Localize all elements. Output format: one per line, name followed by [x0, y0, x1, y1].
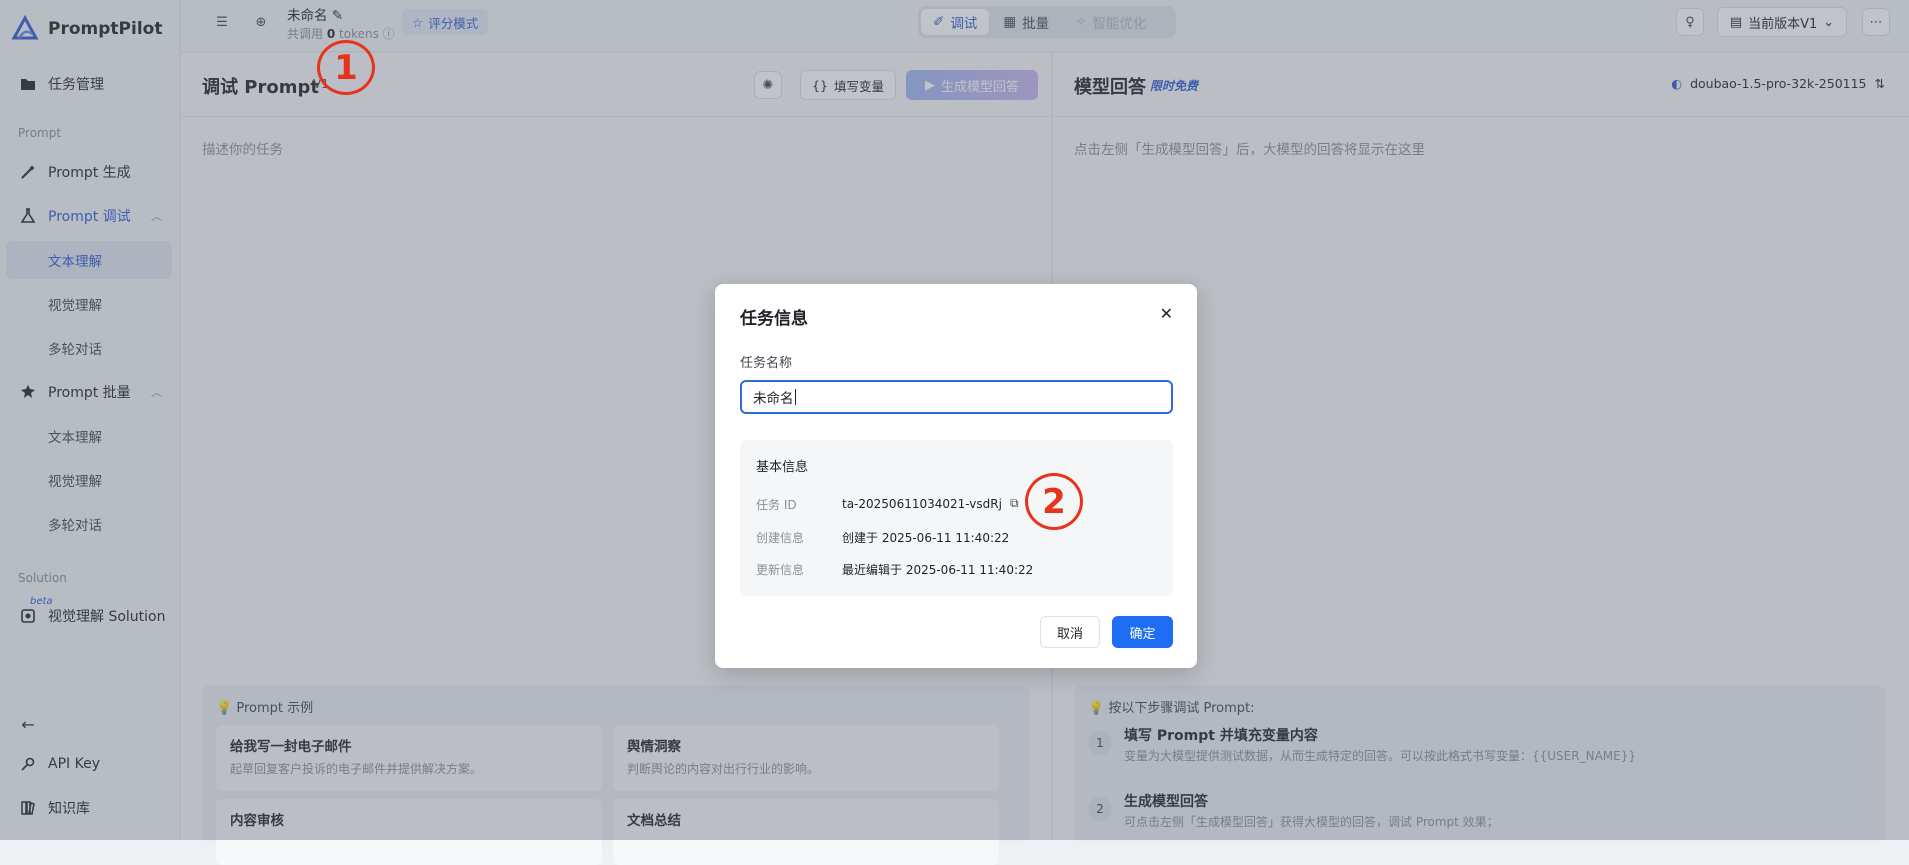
updated-value: 最近编辑于 2025-06-11 11:40:22 [842, 563, 1034, 577]
dialog-title: 任务信息 [740, 309, 808, 329]
annotation-marker-2: 2 [1025, 473, 1083, 530]
confirm-button[interactable]: 确定 [1112, 616, 1173, 648]
basic-info-panel: 基本信息 任务 ID ta-20250611034021-vsdRj ⧉ 创建信息… [740, 440, 1173, 596]
task-name-input[interactable]: 未命名 [740, 380, 1173, 414]
updated-label: 更新信息 [756, 563, 805, 577]
copy-icon[interactable]: ⧉ [1010, 496, 1019, 511]
task-name-label: 任务名称 [740, 356, 793, 371]
close-icon[interactable]: ✕ [1160, 304, 1173, 323]
task-info-dialog: 任务信息 ✕ 任务名称 未命名 基本信息 任务 ID ta-2025061103… [715, 284, 1197, 668]
basic-info-title: 基本信息 [756, 460, 809, 475]
created-label: 创建信息 [756, 531, 805, 545]
created-value: 创建于 2025-06-11 11:40:22 [842, 531, 1010, 545]
task-id-value: ta-20250611034021-vsdRj ⧉ [842, 496, 1019, 511]
cancel-button[interactable]: 取消 [1040, 616, 1100, 648]
task-id-label: 任务 ID [756, 498, 797, 512]
task-id-text: ta-20250611034021-vsdRj [842, 496, 1002, 511]
text-caret [794, 389, 796, 405]
task-name-input-value: 未命名 [753, 391, 794, 407]
annotation-marker-1: 1 [317, 40, 375, 95]
